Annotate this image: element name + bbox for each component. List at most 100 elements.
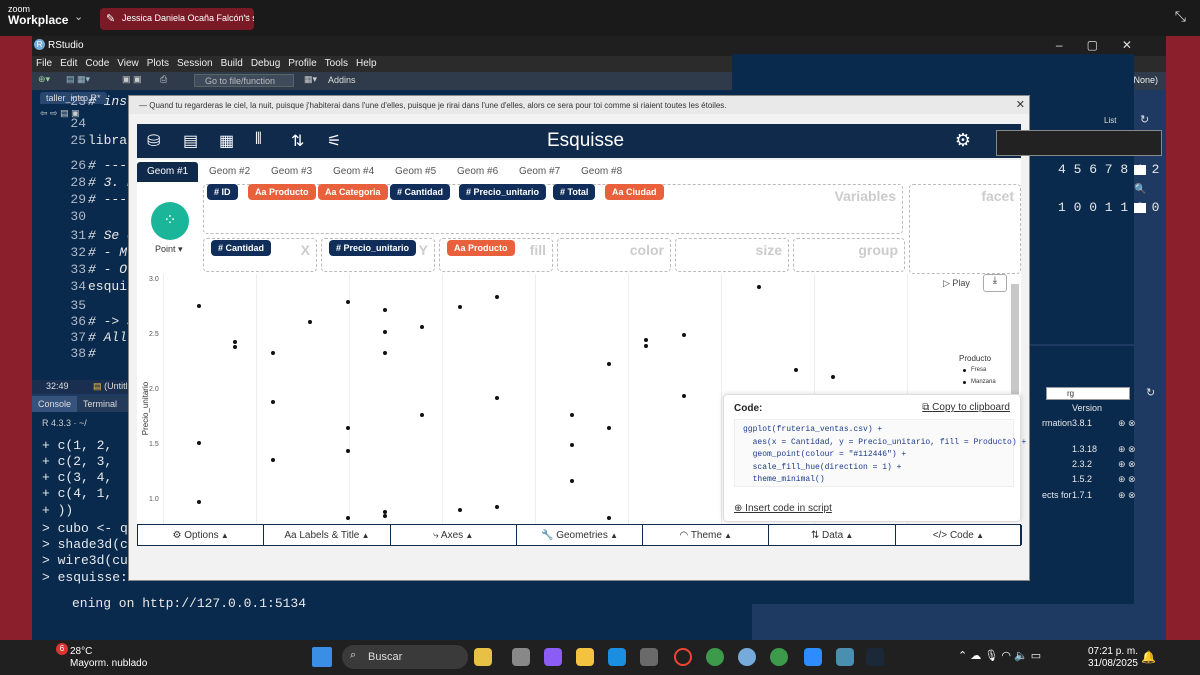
variable-pill-total[interactable]: # Total	[553, 184, 596, 200]
search-icon[interactable]: 🔍	[1134, 184, 1146, 195]
menu-build[interactable]: Build	[217, 56, 247, 69]
grid-icon[interactable]: ▦▾	[304, 74, 317, 85]
refresh-icon[interactable]: ↻	[1140, 113, 1149, 126]
variable-pill-ciudad[interactable]: Aa Ciudad	[605, 184, 664, 200]
copy-clipboard-link[interactable]: ⧉ Copy to clipboard	[922, 402, 1010, 413]
tab-geom-8[interactable]: Geom #8	[571, 162, 632, 182]
tab-geom-6[interactable]: Geom #6	[447, 162, 508, 182]
insert-code-link[interactable]: ⊕ Insert code in script	[734, 503, 832, 514]
zoom-taskbar-icon[interactable]	[804, 648, 822, 666]
code-block[interactable]: ggplot(fruteria_ventas.csv) + aes(x = Ca…	[734, 419, 1026, 487]
group-zone[interactable]: group	[793, 238, 905, 272]
chrome-profile-icon[interactable]	[770, 648, 788, 666]
tab-geom-1[interactable]: Geom #1	[137, 162, 199, 182]
steam-icon[interactable]	[866, 648, 884, 666]
variable-pill-producto[interactable]: Aa Producto	[248, 184, 316, 200]
tab-labels-title[interactable]: Aa Labels & Title ▲	[264, 525, 391, 545]
save-icon[interactable]: ▣ ▣	[122, 74, 142, 85]
menu-tools[interactable]: Tools	[321, 56, 352, 69]
task-view-icon[interactable]	[512, 648, 530, 666]
menu-file[interactable]: File	[32, 56, 56, 69]
x-variable-pill[interactable]: # Cantidad	[211, 240, 272, 256]
gear-icon[interactable]: ⚙	[955, 130, 971, 151]
tab-console[interactable]: Console	[32, 396, 78, 412]
tab-geometries[interactable]: 🔧 Geometries ▲	[517, 525, 644, 545]
tab-code[interactable]: </> Code ▲	[896, 525, 1022, 545]
variable-pill-precio_unitario[interactable]: # Precio_unitario	[459, 184, 547, 200]
tab-theme[interactable]: ◠ Theme ▲	[643, 525, 770, 545]
columns-icon[interactable]: ⫴	[255, 131, 262, 149]
code-line[interactable]: # - M	[88, 245, 127, 260]
list-menu[interactable]: List	[1104, 116, 1116, 125]
app-icon[interactable]	[836, 648, 854, 666]
menu-view[interactable]: View	[113, 56, 143, 69]
goto-file-input[interactable]: Go to file/function	[194, 74, 294, 87]
menu-help[interactable]: Help	[352, 56, 381, 69]
tab-geom-7[interactable]: Geom #7	[509, 162, 570, 182]
store-icon[interactable]	[640, 648, 658, 666]
fill-variable-pill[interactable]: Aa Producto	[447, 240, 515, 256]
opera-icon[interactable]	[674, 648, 692, 666]
chevron-down-icon[interactable]: ⌄	[74, 10, 83, 23]
code-line[interactable]: # All	[88, 330, 127, 345]
variable-pill-id[interactable]: # ID	[207, 184, 238, 200]
menu-profile[interactable]: Profile	[284, 56, 320, 69]
download-icon[interactable]: ⤓	[983, 274, 1007, 292]
grid-view-icon[interactable]	[1134, 165, 1146, 175]
variable-pill-cantidad[interactable]: # Cantidad	[390, 184, 451, 200]
package-action-icons[interactable]: ⊕ ⊗	[1118, 444, 1136, 455]
menu-plots[interactable]: Plots	[143, 56, 173, 69]
tab-geom-2[interactable]: Geom #2	[199, 162, 260, 182]
table-icon[interactable]: ▦	[219, 131, 234, 151]
tab-geom-5[interactable]: Geom #5	[385, 162, 446, 182]
more-icon[interactable]: ⋯	[240, 11, 250, 22]
menu-code[interactable]: Code	[81, 56, 113, 69]
grid-view-icon-2[interactable]	[1134, 203, 1146, 213]
tab-geom-4[interactable]: Geom #4	[323, 162, 384, 182]
open-file-icon[interactable]: ▤ ▦▾	[66, 74, 90, 85]
new-file-icon[interactable]: ⊕▾	[38, 74, 50, 85]
tab-axes[interactable]: ⤷ Axes ▲	[391, 525, 517, 545]
code-line[interactable]: # - O	[88, 262, 127, 277]
tray-icons[interactable]: ⌃ ☁ 🎙 ◠ 🔈 ▭	[958, 649, 1041, 662]
code-line[interactable]: #	[88, 346, 96, 361]
file-explorer-icon[interactable]	[576, 648, 594, 666]
system-clock[interactable]: 07:21 p. m. 31/08/2025	[1088, 646, 1138, 670]
weather-widget[interactable]: 28°C Mayorm. nublado	[48, 646, 147, 670]
print-icon[interactable]: ⎙	[160, 74, 167, 85]
menu-edit[interactable]: Edit	[56, 56, 81, 69]
database-icon[interactable]: ⛁	[147, 131, 160, 151]
scrollbar[interactable]	[1011, 284, 1019, 394]
geom-point-label[interactable]: Point ▾	[155, 244, 183, 255]
package-action-icons[interactable]: ⊕ ⊗	[1118, 474, 1136, 485]
sort-icon[interactable]: ⇅	[291, 131, 304, 151]
tab-options[interactable]: ⚙ Options ▲	[138, 525, 265, 545]
zoom-share-tab[interactable]: ✎ Jessica Daniela Ocaña Falcón's sc ⋯	[100, 8, 254, 30]
y-variable-pill[interactable]: # Precio_unitario	[329, 240, 417, 256]
tab-terminal[interactable]: Terminal	[77, 396, 123, 412]
variable-pill-categoria[interactable]: Aa Categoria	[318, 184, 388, 200]
collapse-icon[interactable]: ⤡	[1175, 8, 1186, 25]
filter-icon[interactable]: ⚟	[327, 131, 341, 151]
windows-start-icon[interactable]	[312, 647, 332, 667]
facet-zone[interactable]: facet	[909, 184, 1021, 274]
refresh-packages-icon[interactable]: ↻	[1146, 386, 1155, 399]
package-action-icons[interactable]: ⊕ ⊗	[1118, 459, 1136, 470]
package-search-input[interactable]: rg	[1046, 387, 1130, 400]
geom-point-button[interactable]: ⁘	[151, 202, 189, 240]
menu-session[interactable]: Session	[173, 56, 217, 69]
tab-data[interactable]: ⇅ Data ▲	[769, 525, 896, 545]
package-action-icons[interactable]: ⊕ ⊗	[1118, 490, 1136, 501]
edge-icon[interactable]	[608, 648, 626, 666]
copilot-icon[interactable]	[544, 648, 562, 666]
play-button[interactable]: ▷ Play	[943, 278, 970, 289]
chrome-icon[interactable]	[706, 648, 724, 666]
taskbar-search[interactable]: ⌕ Buscar	[342, 645, 468, 669]
data-edit-icon[interactable]: ▤	[183, 131, 198, 151]
size-zone[interactable]: size	[675, 238, 789, 272]
tab-geom-3[interactable]: Geom #3	[261, 162, 322, 182]
close-icon[interactable]: ✕	[1016, 98, 1025, 111]
color-zone[interactable]: color	[557, 238, 671, 272]
menu-debug[interactable]: Debug	[247, 56, 284, 69]
widget-icon[interactable]	[474, 648, 492, 666]
